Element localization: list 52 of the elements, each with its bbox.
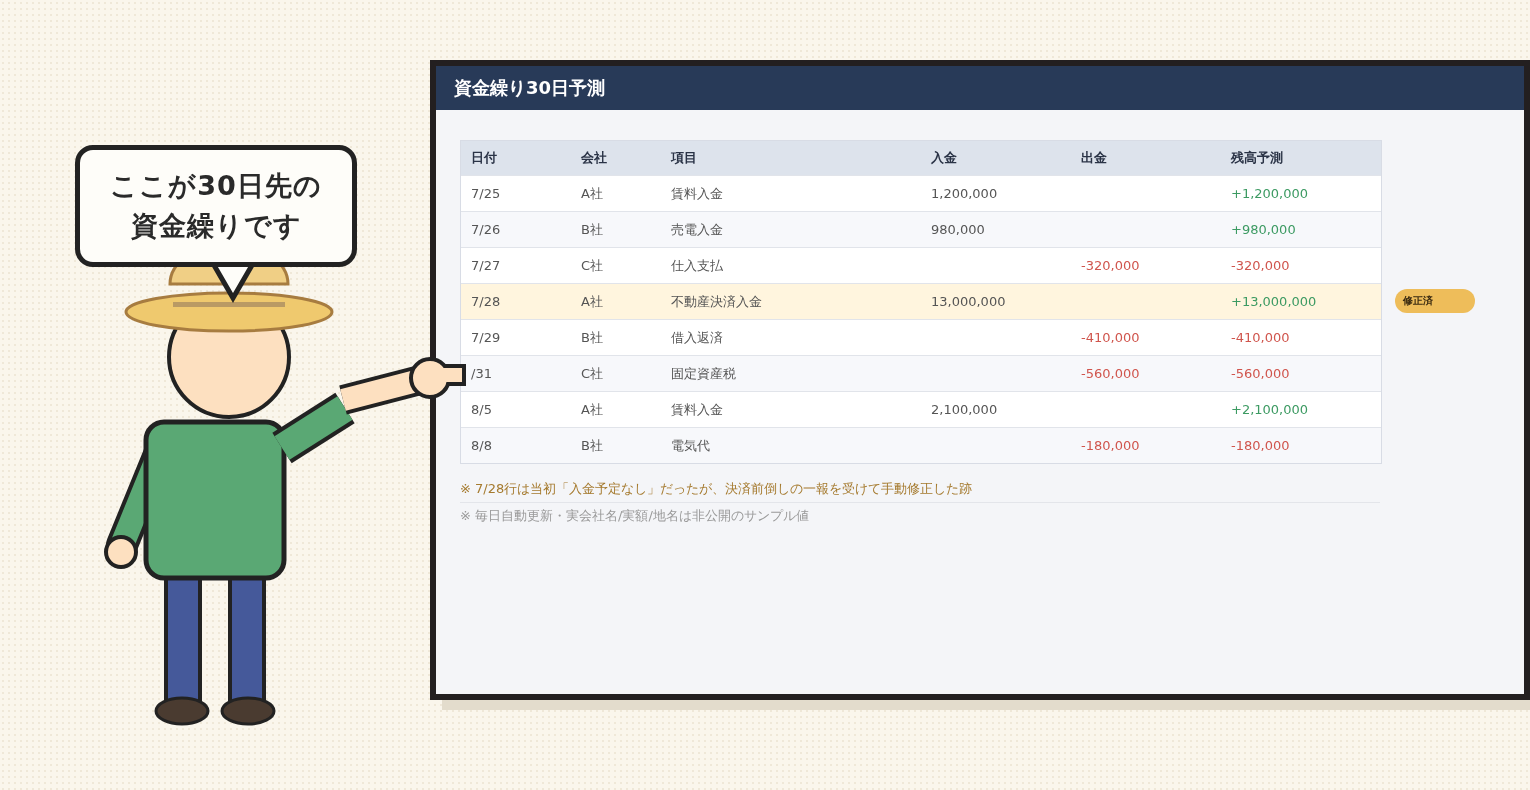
table-cell: -320,000: [1081, 258, 1140, 273]
table-cell: -560,000: [1231, 366, 1290, 381]
table-cell-text: /31: [470, 366, 493, 381]
table-cell-text: 7/26: [470, 222, 502, 237]
table-cell-text: C社: [580, 364, 605, 383]
table-cell: 980,000: [931, 222, 985, 237]
table-cell: 1,200,000: [931, 186, 998, 201]
table-cell: -560,000: [1081, 366, 1140, 381]
table-cell: +2,100,000: [1231, 402, 1309, 417]
table-cell: 2,100,000: [931, 402, 998, 417]
footnote: ※ 7/28行は当初「入金予定なし」だったが、決済前倒しの一報を受けて手動修正した跡: [460, 478, 1380, 503]
table-cell-text: C社: [580, 256, 605, 275]
table-cell: -320,000: [1231, 258, 1290, 273]
status-badge: 修正済: [1395, 289, 1475, 313]
table-cell-text: A社: [580, 292, 604, 311]
table-cell-text: 7/25: [470, 186, 502, 201]
table-cell-text: 電気代: [670, 436, 711, 455]
table-cell-text: 仕入支払: [670, 256, 724, 275]
table-cell-text: 7/27: [470, 258, 502, 273]
table-cell-text: 固定資産税: [670, 364, 737, 383]
table-cell-text: B社: [580, 328, 604, 347]
column-header: 項目: [670, 149, 698, 167]
column-header: 会社: [580, 149, 608, 167]
table-cell: +1,200,000: [1231, 186, 1309, 201]
table-cell-text: A社: [580, 400, 604, 419]
table-cell-text: 売電入金: [670, 220, 724, 239]
table-cell-text: B社: [580, 220, 604, 239]
footnote: ※ 毎日自動更新・実会社名/実額/地名は非公開のサンプル値: [460, 507, 810, 525]
board-title: 資金繰り30日予測: [454, 76, 606, 100]
table-cell-text: 8/5: [470, 402, 493, 417]
table-cell-text: 7/29: [470, 330, 502, 345]
table-cell: -180,000: [1231, 438, 1290, 453]
table-cell-text: 賃料入金: [670, 184, 724, 203]
column-header: 出金: [1080, 149, 1108, 167]
table-cell-text: 7/28: [470, 294, 502, 309]
table-cell: 13,000,000: [931, 294, 1006, 309]
table-cell: +980,000: [1231, 222, 1296, 237]
column-header: 日付: [470, 149, 498, 167]
table-cell: -180,000: [1081, 438, 1140, 453]
table-cell-text: B社: [580, 436, 604, 455]
speech-text: 資金繰りです: [130, 209, 302, 243]
column-header: 残高予測: [1230, 149, 1284, 167]
table-cell: -410,000: [1231, 330, 1290, 345]
table-cell-text: 借入返済: [670, 328, 724, 347]
table-cell-text: 8/8: [470, 438, 493, 453]
table-cell-text: 不動産決済入金: [670, 292, 763, 311]
speech-text: ここが30日先の: [110, 169, 322, 203]
table-cell-text: 賃料入金: [670, 400, 724, 419]
table-cell-text: A社: [580, 184, 604, 203]
column-header: 入金: [930, 149, 958, 167]
table-cell: +13,000,000: [1231, 294, 1317, 309]
table-cell: -410,000: [1081, 330, 1140, 345]
